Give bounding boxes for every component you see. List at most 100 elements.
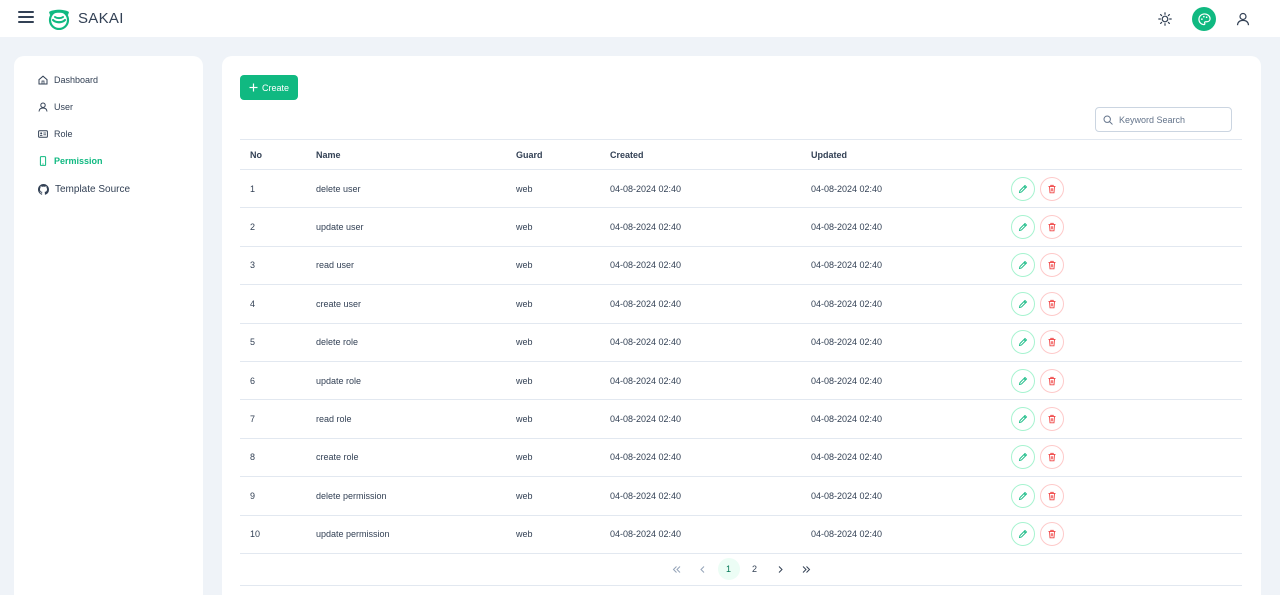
table-header-row: No Name Guard Created Updated: [240, 139, 1242, 170]
cell-guard: web: [506, 207, 600, 247]
search-input[interactable]: [1119, 114, 1224, 125]
column-header-created[interactable]: Created: [600, 139, 801, 170]
sidebar-item-dashboard[interactable]: Dashboard: [14, 66, 203, 93]
theme-toggle-button[interactable]: [1152, 6, 1178, 32]
cell-actions: [1001, 515, 1242, 554]
page-2-button[interactable]: 2: [744, 558, 766, 580]
sidebar-item-role[interactable]: Role: [14, 120, 203, 147]
cell-guard: web: [506, 515, 600, 554]
edit-button[interactable]: [1011, 483, 1035, 508]
delete-button[interactable]: [1040, 483, 1064, 508]
delete-button[interactable]: [1040, 330, 1064, 355]
delete-button[interactable]: [1040, 445, 1064, 470]
cell-actions: [1001, 438, 1242, 478]
menu-icon[interactable]: [18, 11, 34, 25]
edit-button[interactable]: [1011, 445, 1035, 470]
next-page-button[interactable]: [770, 558, 792, 580]
cell-guard: web: [506, 246, 600, 286]
edit-button[interactable]: [1011, 215, 1035, 240]
column-header-guard[interactable]: Guard: [506, 139, 600, 170]
double-chevron-left-icon: [672, 565, 681, 573]
edit-button[interactable]: [1011, 253, 1035, 278]
last-page-button[interactable]: [796, 558, 818, 580]
delete-button[interactable]: [1040, 253, 1064, 278]
cell-updated: 04-08-2024 02:40: [801, 169, 1001, 209]
cell-updated: 04-08-2024 02:40: [801, 361, 1001, 401]
cell-actions: [1001, 399, 1242, 439]
trash-icon: [1048, 376, 1056, 385]
cell-name: delete permission: [306, 476, 506, 516]
cell-actions: [1001, 323, 1242, 362]
sidebar-item-user[interactable]: User: [14, 93, 203, 120]
delete-button[interactable]: [1040, 291, 1064, 316]
cell-actions: [1001, 361, 1242, 401]
sidebar-item-label: User: [54, 101, 74, 112]
pencil-icon: [1018, 222, 1028, 232]
delete-button[interactable]: [1040, 407, 1064, 432]
cell-updated: 04-08-2024 02:40: [801, 476, 1001, 516]
cell-name: read user: [306, 246, 506, 286]
search-box: [1095, 107, 1232, 132]
pencil-icon: [1018, 453, 1028, 462]
delete-button[interactable]: [1040, 368, 1064, 393]
delete-button[interactable]: [1040, 215, 1064, 240]
prev-page-button[interactable]: [692, 558, 714, 580]
delete-button[interactable]: [1040, 522, 1064, 547]
cell-name: update permission: [306, 515, 506, 554]
edit-button[interactable]: [1011, 330, 1035, 355]
app-name: SAKAI: [78, 9, 124, 27]
cell-no: 3: [240, 246, 306, 286]
cell-actions: [1001, 284, 1242, 324]
cell-updated: 04-08-2024 02:40: [801, 284, 1001, 324]
cell-created: 04-08-2024 02:40: [600, 246, 801, 286]
profile-button[interactable]: [1230, 6, 1256, 32]
create-button-label: Create: [261, 82, 289, 93]
cell-no: 4: [240, 284, 306, 324]
sun-icon: [1158, 12, 1172, 26]
column-header-updated[interactable]: Updated: [801, 139, 1001, 170]
app-logo[interactable]: SAKAI: [46, 6, 124, 30]
id-card-icon: [38, 129, 48, 138]
column-header-name[interactable]: Name: [306, 139, 506, 170]
cell-created: 04-08-2024 02:40: [600, 438, 801, 478]
cell-guard: web: [506, 169, 600, 209]
edit-button[interactable]: [1011, 368, 1035, 393]
double-chevron-right-icon: [802, 565, 811, 573]
sidebar-item-permission[interactable]: Permission: [14, 147, 203, 174]
table-body: 1 delete user web 04-08-2024 02:40 04-08-202…: [240, 169, 1242, 554]
sidebar-item-label: Dashboard: [54, 74, 99, 85]
delete-button[interactable]: [1040, 176, 1064, 201]
cell-created: 04-08-2024 02:40: [600, 323, 801, 362]
cell-actions: [1001, 169, 1242, 209]
mobile-icon: [39, 155, 47, 166]
cell-updated: 04-08-2024 02:40: [801, 438, 1001, 478]
trash-icon: [1048, 491, 1056, 501]
cell-name: delete user: [306, 169, 506, 209]
table-row: 9 delete permission web 04-08-2024 02:40 04-…: [240, 476, 1242, 516]
trash-icon: [1048, 453, 1056, 462]
cell-name: update role: [306, 361, 506, 401]
sidebar-item-template-source[interactable]: Template Source: [14, 176, 203, 203]
table-row: 2 update user web 04-08-2024 02:40 04-08-202…: [240, 207, 1242, 247]
first-page-button[interactable]: [666, 558, 688, 580]
table-row: 8 create role web 04-08-2024 02:40 04-08-202…: [240, 438, 1242, 478]
cell-created: 04-08-2024 02:40: [600, 169, 801, 209]
cell-no: 8: [240, 438, 306, 478]
topbar: SAKAI: [0, 0, 1280, 37]
table-row: 6 update role web 04-08-2024 02:40 04-08-202…: [240, 361, 1242, 401]
cell-updated: 04-08-2024 02:40: [801, 207, 1001, 247]
sidebar-item-label: Template Source: [55, 184, 131, 195]
edit-button[interactable]: [1011, 291, 1035, 316]
sidebar-item-label: Role: [54, 128, 73, 139]
create-button[interactable]: Create: [240, 75, 298, 100]
trash-icon: [1048, 299, 1056, 309]
page-1-button[interactable]: 1: [717, 558, 740, 580]
edit-button[interactable]: [1011, 522, 1035, 547]
cell-created: 04-08-2024 02:40: [600, 207, 801, 247]
edit-button[interactable]: [1011, 407, 1035, 432]
sakai-logo-icon: [48, 9, 70, 30]
column-header-no[interactable]: No: [240, 139, 306, 170]
palette-button[interactable]: [1192, 7, 1216, 31]
edit-button[interactable]: [1011, 176, 1035, 201]
search-icon: [1103, 114, 1113, 125]
